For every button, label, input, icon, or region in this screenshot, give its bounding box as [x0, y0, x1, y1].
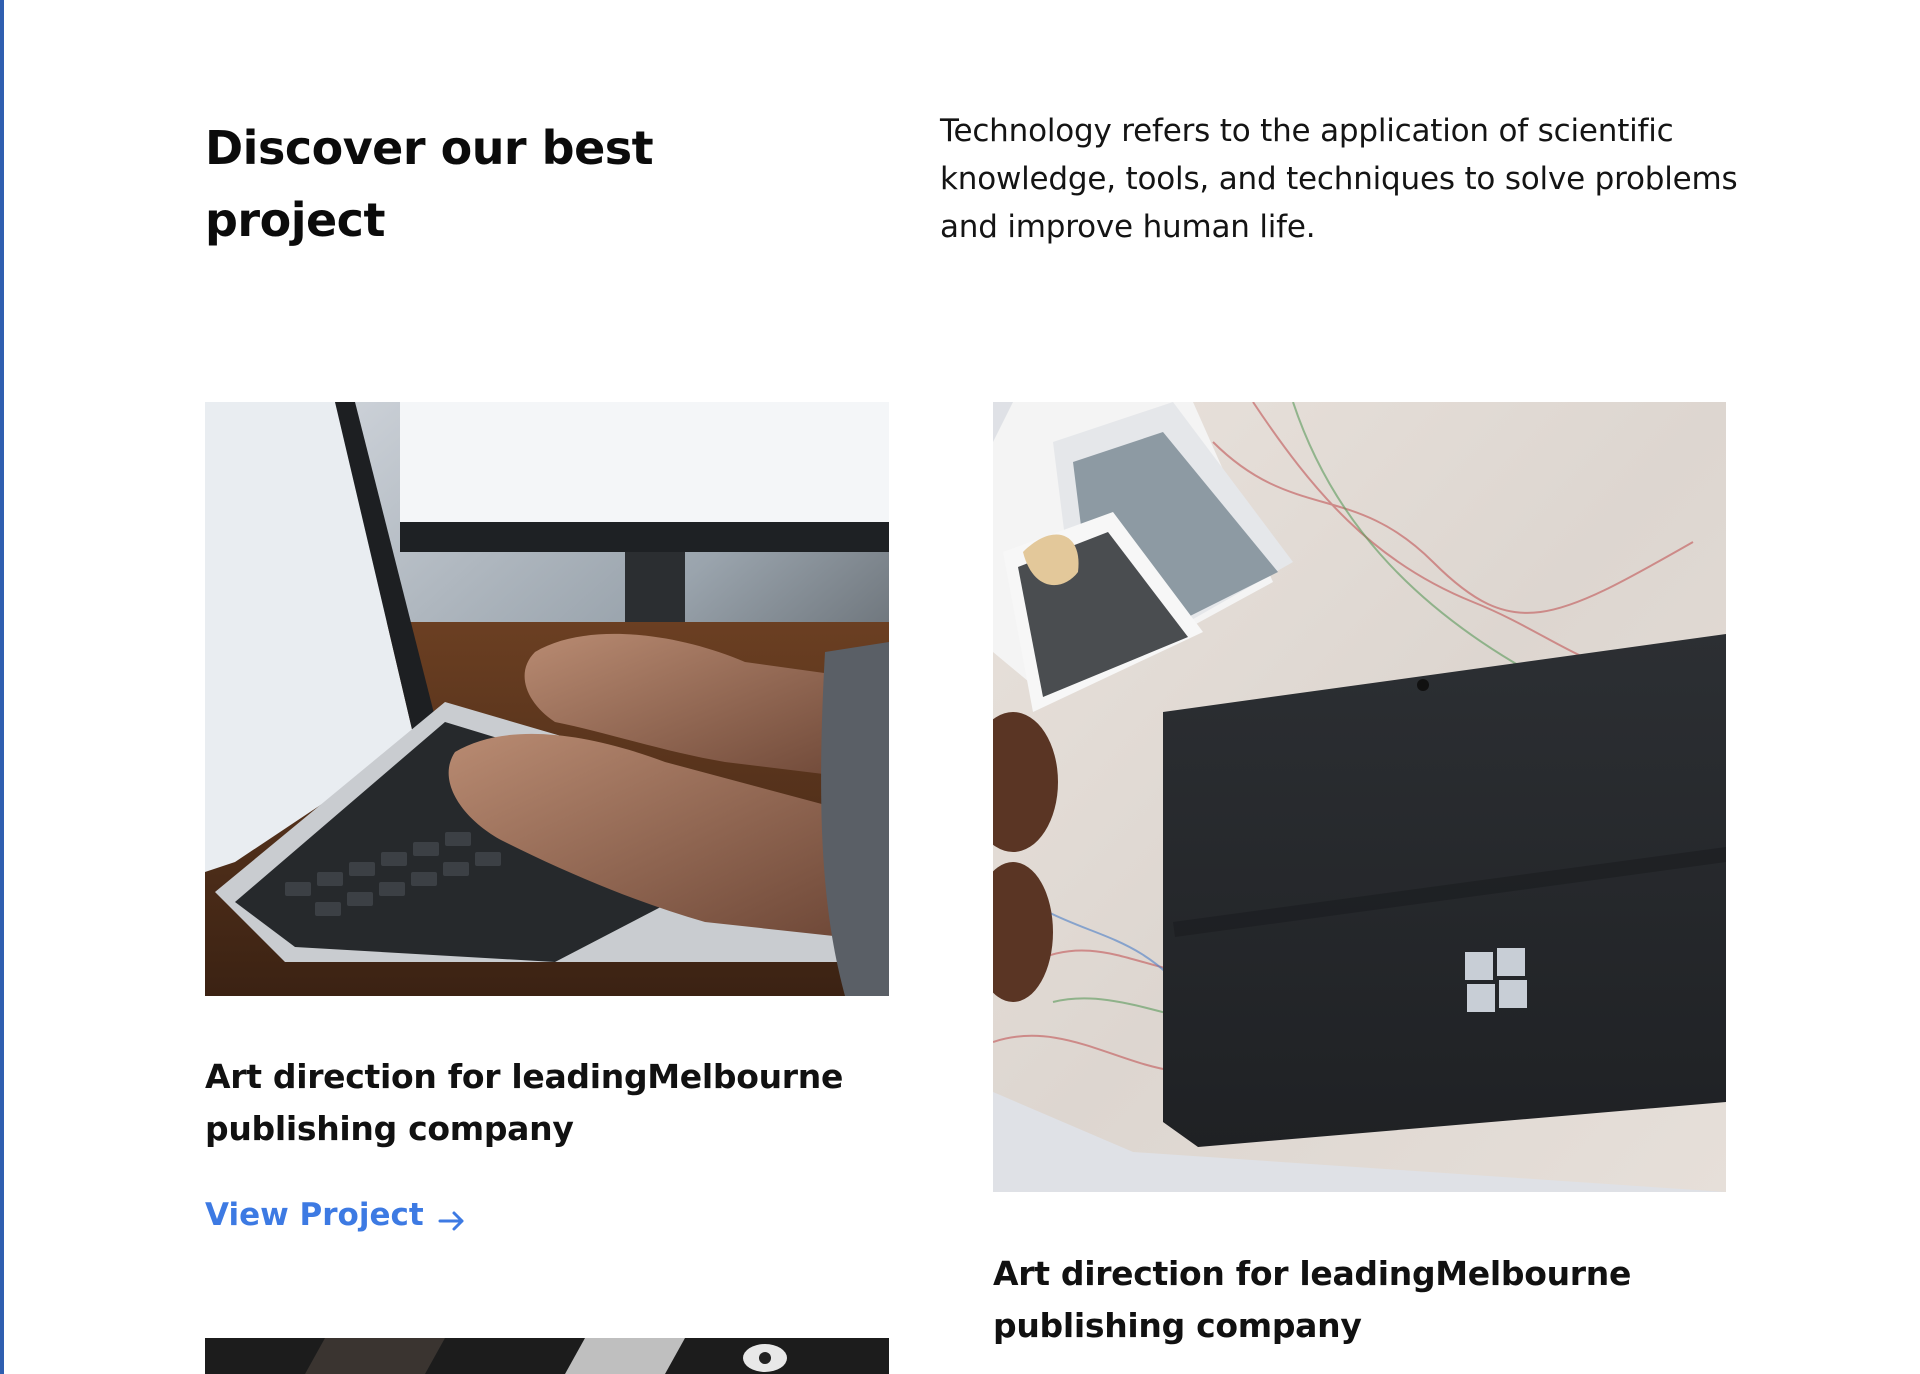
project-title: Art direction for leadingMelbourne publi…: [993, 1254, 1632, 1345]
project-image-tablet[interactable]: [993, 402, 1726, 1192]
view-project-link[interactable]: View Project: [205, 1195, 466, 1235]
project-image-third[interactable]: [205, 1338, 889, 1374]
project-image-laptop[interactable]: [205, 402, 889, 996]
section-description: Technology refers to the application of …: [940, 113, 1738, 245]
arrow-right-icon: [438, 1203, 466, 1231]
page: Discover our best project Technology ref…: [0, 0, 1920, 1374]
left-edge-rule: [0, 0, 4, 1374]
laptop-typing-photo-icon: [205, 402, 889, 996]
project-title: Art direction for leadingMelbourne publi…: [205, 1057, 844, 1148]
view-project-label: View Project: [205, 1197, 424, 1233]
tablet-on-map-photo-icon: [993, 402, 1726, 1192]
section-heading: Discover our best project: [205, 121, 654, 247]
project-photo-icon: [205, 1338, 889, 1374]
